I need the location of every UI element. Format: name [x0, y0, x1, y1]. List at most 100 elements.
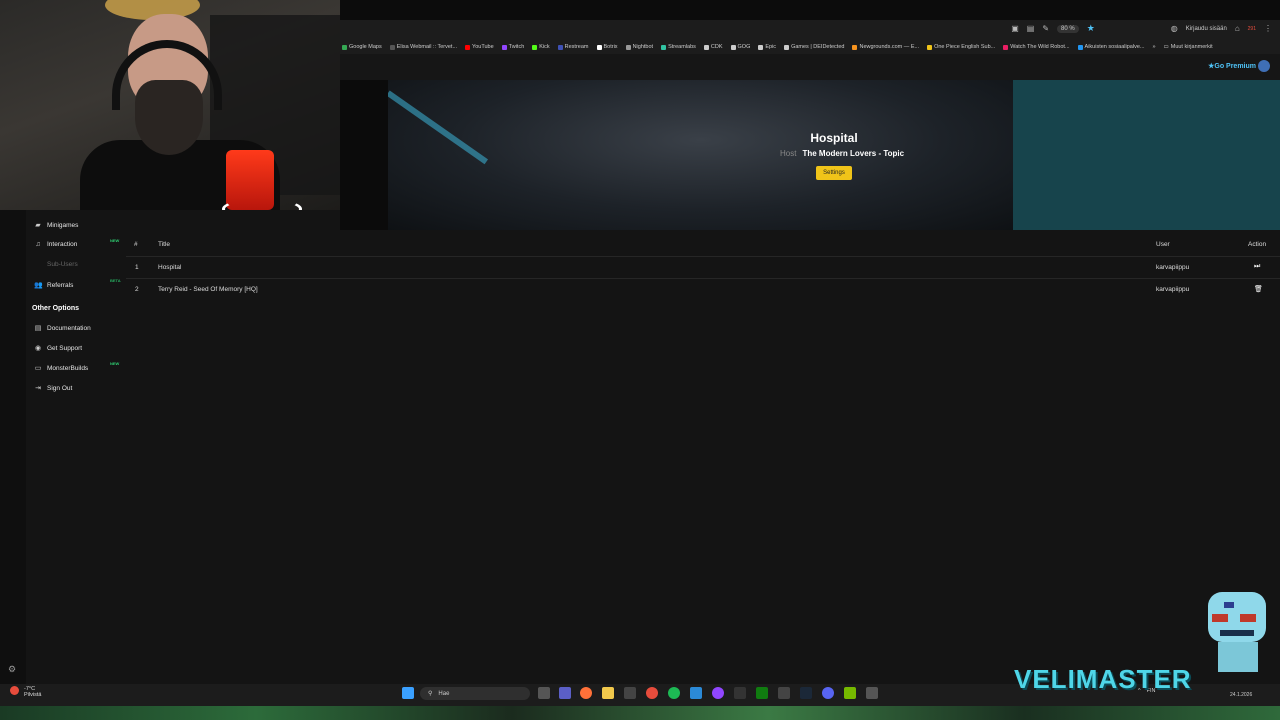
sidebar-item-minigames[interactable]: ▰ Minigames	[34, 221, 78, 230]
bookmark-item[interactable]: GOG	[730, 44, 751, 50]
sidebar-item-label: Sub-Users	[47, 261, 78, 268]
weather-widget[interactable]: -7°C Pilvistä	[24, 686, 41, 698]
search-placeholder: Hae	[438, 690, 450, 697]
bookmark-item[interactable]: Google Maps	[342, 44, 382, 50]
menu-icon[interactable]: ⋮	[1264, 24, 1272, 33]
bookmark-item[interactable]: Streamlabs	[661, 44, 696, 50]
sidebar-item-sign-out[interactable]: ⇥ Sign Out	[34, 384, 72, 393]
spotify-icon[interactable]	[668, 687, 680, 699]
nvidia-icon[interactable]	[844, 687, 856, 699]
steam-icon[interactable]	[800, 687, 812, 699]
sidebar-item-label: Documentation	[47, 324, 91, 332]
bookmark-favicon-icon	[342, 44, 347, 50]
browser-icon[interactable]	[646, 687, 658, 699]
taskbar-search[interactable]: ⚲ Hae	[420, 687, 530, 700]
firefox-icon[interactable]	[580, 687, 592, 699]
settings-button[interactable]: Settings	[816, 166, 852, 180]
bookmark-favicon-icon	[758, 44, 764, 50]
taskbar-date[interactable]: 24.1.2026	[1230, 692, 1252, 698]
sign-out-icon: ⇥	[35, 385, 41, 392]
profile-icon[interactable]: ◍	[1171, 24, 1178, 33]
document-icon: ▤	[34, 325, 42, 332]
zoom-indicator[interactable]: 80 %	[1057, 24, 1079, 33]
gear-icon[interactable]: ⚙	[8, 664, 16, 675]
app-icon[interactable]	[866, 687, 878, 699]
xbox-icon[interactable]	[756, 687, 768, 699]
bookmark-item[interactable]: Elisa Webmail :: Tervet...	[389, 44, 458, 50]
store-icon[interactable]	[624, 687, 636, 699]
bookmark-item[interactable]: Twitch	[501, 44, 524, 50]
bookmark-favicon-icon	[661, 44, 667, 50]
bookmark-label: Elisa Webmail :: Tervet...	[396, 44, 458, 50]
more-bookmarks-chevron-icon[interactable]: »	[1152, 44, 1155, 50]
bookmark-label: Nightbot	[632, 44, 654, 50]
profile-label[interactable]: Kirjaudu sisään	[1186, 26, 1227, 32]
bookmark-favicon-icon	[784, 44, 790, 50]
task-view-icon[interactable]	[538, 687, 550, 699]
row-title[interactable]: Hospital	[158, 264, 181, 271]
column-header-title[interactable]: Title	[158, 241, 170, 248]
sidebar-rail	[0, 210, 26, 685]
windows-start-icon[interactable]	[402, 687, 414, 699]
file-explorer-icon[interactable]	[602, 687, 614, 699]
bookmark-item[interactable]: Epic	[758, 44, 776, 50]
translate-icon[interactable]: ✎	[1042, 24, 1049, 33]
app-icon[interactable]	[734, 687, 746, 699]
bookmark-item[interactable]: YouTube	[465, 44, 494, 50]
extensions-icon[interactable]: ⌂	[1235, 24, 1240, 33]
bookmarks-bar: Google Maps Elisa Webmail :: Tervet... You…	[340, 40, 1280, 54]
bookmark-label: Watch The Wild Robot...	[1010, 44, 1070, 50]
app-icon[interactable]	[690, 687, 702, 699]
bookmark-item[interactable]: Watch The Wild Robot...	[1003, 44, 1070, 50]
bookmark-favicon-icon	[927, 44, 933, 50]
obs-icon[interactable]	[778, 687, 790, 699]
weather-icon[interactable]	[10, 686, 19, 695]
column-header-action: Action	[1248, 241, 1267, 248]
bookmark-favicon-icon	[596, 44, 602, 50]
bookmark-item[interactable]: Games | DEIDetected	[784, 44, 844, 50]
folder-icon: ▭	[1163, 44, 1169, 50]
bookmark-item[interactable]: CDK	[703, 44, 723, 50]
bookmark-item[interactable]: One Piece English Sub...	[927, 44, 995, 50]
bookmark-item[interactable]: Restream	[557, 44, 589, 50]
bookmark-label: GOG	[737, 44, 751, 50]
sidebar-item-interaction[interactable]: ♫ Interaction	[34, 241, 77, 248]
go-premium-link[interactable]: ★Go Premium	[1208, 62, 1256, 70]
bookmark-favicon-icon	[625, 44, 631, 50]
bookmark-item[interactable]: Nightbot	[625, 44, 654, 50]
sidebar-item-referrals[interactable]: 👥 Referrals	[34, 281, 74, 290]
other-options-heading: Other Options	[32, 305, 80, 312]
bookmark-label: One Piece English Sub...	[934, 44, 996, 50]
bookmark-item[interactable]: Aikuisten sosiaalipalve...	[1077, 44, 1144, 50]
fast-forward-icon[interactable]: ⏭	[1254, 263, 1260, 271]
avatar[interactable]	[1258, 60, 1270, 72]
sidebar-item-monsterbuilds[interactable]: ▭ MonsterBuilds	[34, 364, 89, 373]
bookmark-favicon-icon	[465, 44, 471, 50]
teams-icon[interactable]	[559, 687, 571, 699]
artist-prefix: Host	[780, 149, 797, 158]
notification-badge[interactable]: 291	[1248, 26, 1256, 32]
banner-left-fill	[340, 80, 388, 230]
bookmark-label: Games | DEIDetected	[791, 44, 845, 50]
sidebar-item-sub-users: Sub-Users	[34, 261, 78, 268]
reader-icon[interactable]: ▤	[1027, 24, 1035, 33]
bookmark-favicon-icon	[1077, 44, 1083, 50]
sidebar-item-documentation[interactable]: ▤ Documentation	[34, 324, 91, 333]
bookmark-favicon-icon	[730, 44, 736, 50]
discord-icon[interactable]	[822, 687, 834, 699]
row-title[interactable]: Terry Reid - Seed Of Memory [HQ]	[158, 286, 258, 293]
sidebar-item-get-support[interactable]: ◉ Get Support	[34, 344, 83, 353]
column-header-user[interactable]: User	[1156, 241, 1170, 248]
sidebar-item-label: Get Support	[47, 344, 83, 352]
other-bookmarks-folder[interactable]: ▭ Muut kirjanmerkit	[1164, 44, 1213, 50]
bookmark-star-icon[interactable]: ★	[1087, 23, 1095, 34]
twitch-icon[interactable]	[712, 687, 724, 699]
bookmark-item[interactable]: Kick	[532, 44, 550, 50]
page-header	[340, 54, 1280, 80]
row-user: karvapiippu	[1156, 286, 1190, 293]
trash-icon[interactable]: 🗑	[1254, 285, 1263, 293]
screenshot-icon[interactable]: ▣	[1011, 24, 1019, 33]
bookmark-item[interactable]: Botrix	[596, 44, 618, 50]
bookmark-item[interactable]: Newgrounds.com — E...	[852, 44, 919, 50]
sidebar-item-label: Referrals	[47, 281, 74, 289]
